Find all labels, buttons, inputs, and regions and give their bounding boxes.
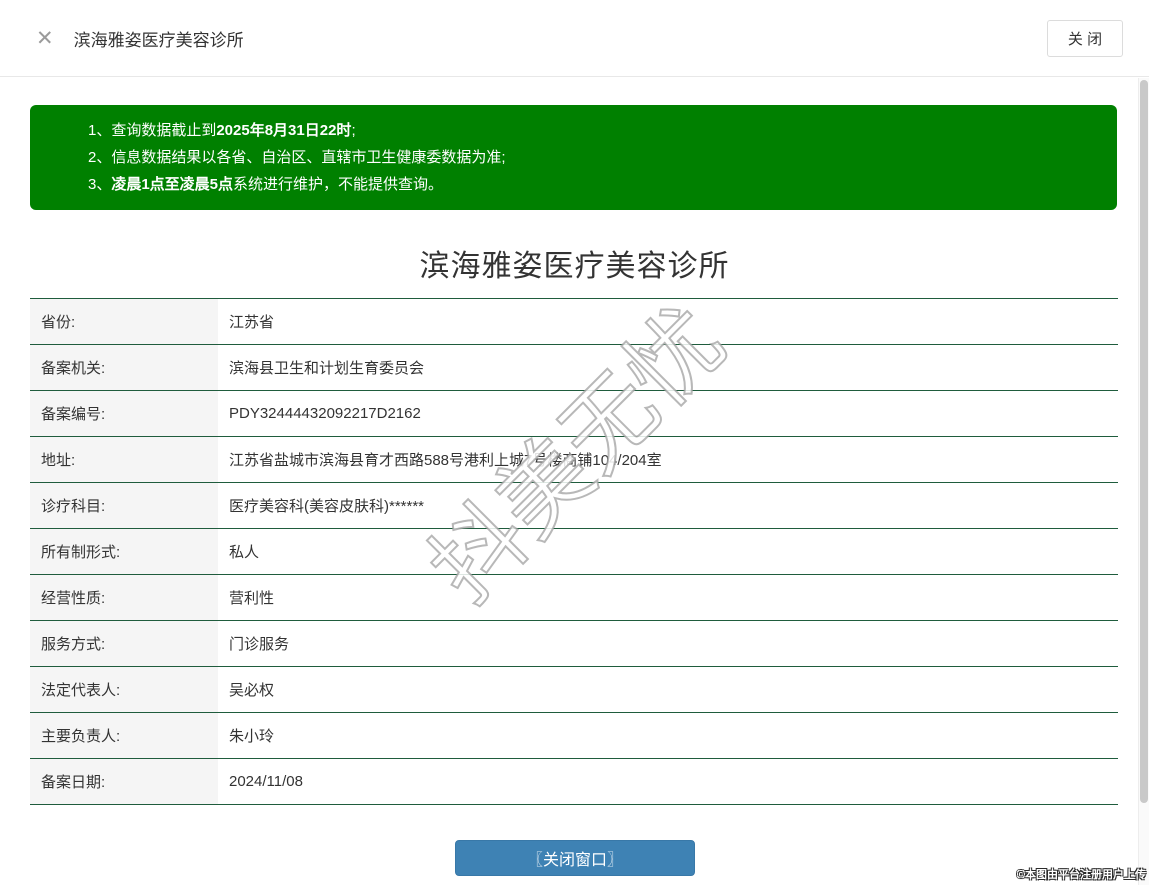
row-value: PDY32444432092217D2162 [229,405,421,422]
table-row: 主要负责人: 朱小玲 [30,713,1118,759]
table-row: 服务方式: 门诊服务 [30,621,1118,667]
notice-line-2: 2、信息数据结果以各省、自治区、直辖市卫生健康委数据为准; [88,149,506,166]
row-value: 朱小玲 [229,728,275,745]
table-row: 备案机关: 滨海县卫生和计划生育委员会 [30,345,1118,391]
vertical-scrollbar[interactable] [1138,78,1149,885]
bottom-right-watermark: ©本图由平台注册用户上传 [1016,869,1146,881]
table-row: 经营性质: 营利性 [30,575,1118,621]
top-bar: ✕ 滨海雅姿医疗美容诊所 关 闭 [0,0,1149,77]
detail-table: 省份: 江苏省 备案机关: 滨海县卫生和计划生育委员会 备案编号: PDY32444432… [30,298,1118,805]
row-value: 门诊服务 [229,636,290,653]
table-row: 地址: 江苏省盐城市滨海县育才西路588号港利上城7号楼商铺104/204室 [30,437,1118,483]
row-value: 2024/11/08 [229,773,303,790]
row-value: 江苏省 [229,314,275,331]
page-title: 滨海雅姿医疗美容诊所 [419,250,730,283]
row-label: 主要负责人: [30,713,218,758]
table-row: 省份: 江苏省 [30,299,1118,345]
row-label: 法定代表人: [30,667,218,712]
notice-box: 1、查询数据截止到2025年8月31日22时; 2、信息数据结果以各省、自治区、… [30,105,1117,210]
row-label: 备案日期: [30,759,218,804]
row-label: 诊疗科目: [30,483,218,528]
row-label: 省份: [30,299,218,344]
table-row: 备案日期: 2024/11/08 [30,759,1118,805]
row-value: 吴必权 [229,682,275,699]
notice-line-3: 3、凌晨1点至凌晨5点系统进行维护，不能提供查询。 [88,176,444,193]
close-x-icon[interactable]: ✕ [36,28,54,49]
row-label: 备案编号: [30,391,218,436]
row-label: 经营性质: [30,575,218,620]
close-button[interactable]: 关 闭 [1047,20,1123,57]
notice-line-1: 1、查询数据截止到2025年8月31日22时; [88,122,356,139]
table-row: 备案编号: PDY32444432092217D2162 [30,391,1118,437]
table-row: 所有制形式: 私人 [30,529,1118,575]
row-value: 江苏省盐城市滨海县育才西路588号港利上城7号楼商铺104/204室 [229,452,662,469]
row-value: 营利性 [229,590,275,607]
table-row: 法定代表人: 吴必权 [30,667,1118,713]
table-row: 诊疗科目: 医疗美容科(美容皮肤科)****** [30,483,1118,529]
window-title: 滨海雅姿医疗美容诊所 [73,30,244,50]
row-label: 备案机关: [30,345,218,390]
row-value: 医疗美容科(美容皮肤科)****** [229,498,425,515]
row-label: 服务方式: [30,621,218,666]
close-window-button[interactable]: 〖关闭窗口〗 [455,840,695,876]
row-label: 所有制形式: [30,529,218,574]
row-value: 私人 [229,544,260,561]
row-value: 滨海县卫生和计划生育委员会 [229,360,425,377]
scrollbar-thumb[interactable] [1140,80,1148,803]
row-label: 地址: [30,437,218,482]
